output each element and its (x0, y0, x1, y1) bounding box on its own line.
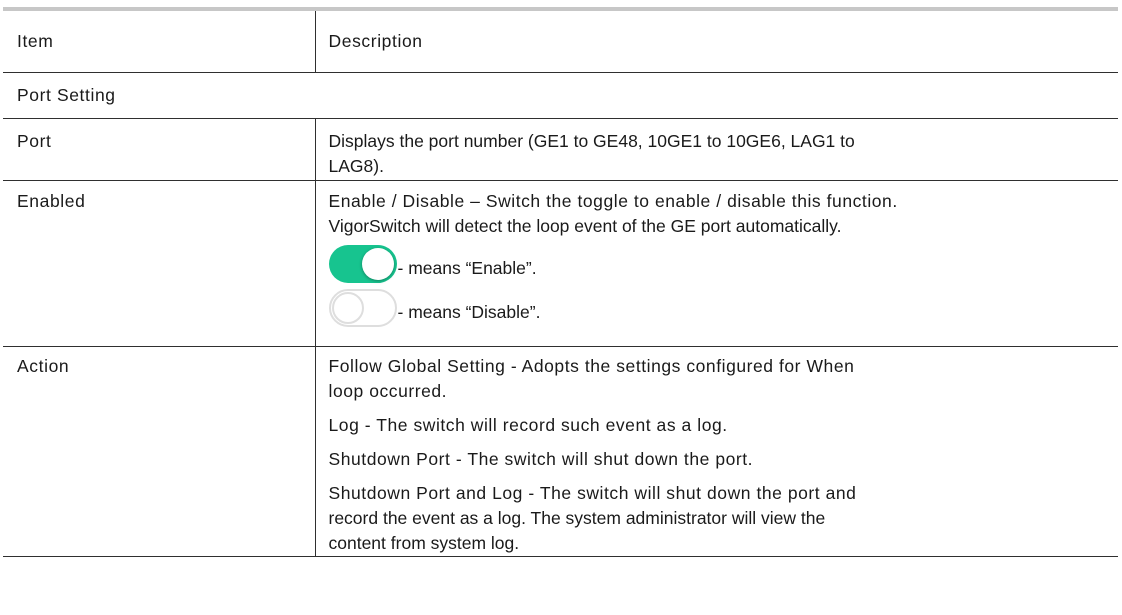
description-line: Shutdown Port - The switch will shut dow… (328, 449, 754, 469)
toggle-on-icon (328, 245, 397, 283)
table-row: Port Displays the port number (GE1 to GE… (3, 118, 1118, 181)
description-line: record the event as a log. The system ad… (328, 508, 826, 528)
toggle-off-icon (328, 289, 397, 327)
description-line: Enable / Disable – Switch the toggle to … (328, 191, 898, 211)
header-item: Item (3, 7, 315, 73)
parameter-table: Item Description Port Setting Port Displ… (3, 7, 1118, 557)
table-row: Enabled Enable / Disable – Switch the to… (3, 180, 1118, 347)
description-line: LAG8). (328, 156, 384, 176)
description-line: Log - The switch will record such event … (328, 415, 728, 435)
row-description-port: Displays the port number (GE1 to GE48, 1… (314, 118, 1118, 181)
row-description-enabled: Enable / Disable – Switch the toggle to … (314, 180, 1118, 347)
header-description: Description (314, 7, 1118, 73)
toggle-off-example: - means “Disable”. (328, 285, 1111, 327)
section-title: Port Setting (3, 72, 1118, 119)
description-line: Follow Global Setting - Adopts the setti… (328, 356, 855, 376)
toggle-on-example: - means “Enable”. (328, 241, 1111, 283)
table-row: Action Follow Global Setting - Adopts th… (3, 346, 1118, 557)
description-line: VigorSwitch will detect the loop event o… (328, 216, 842, 236)
section-row: Port Setting (3, 72, 1118, 119)
row-item-enabled: Enabled (3, 180, 315, 347)
toggle-off-caption: - means “Disable”. (397, 302, 541, 322)
row-item-action: Action (3, 346, 315, 557)
row-description-action: Follow Global Setting - Adopts the setti… (314, 346, 1118, 557)
table-header-row: Item Description (3, 7, 1118, 73)
description-line: Shutdown Port and Log - The switch will … (328, 483, 857, 503)
description-line: content from system log. (328, 533, 520, 553)
description-line: loop occurred. (328, 381, 448, 401)
document-page: Item Description Port Setting Port Displ… (0, 0, 1122, 615)
description-line: Displays the port number (GE1 to GE48, 1… (328, 131, 855, 151)
toggle-on-caption: - means “Enable”. (397, 258, 537, 278)
row-item-port: Port (3, 118, 315, 181)
